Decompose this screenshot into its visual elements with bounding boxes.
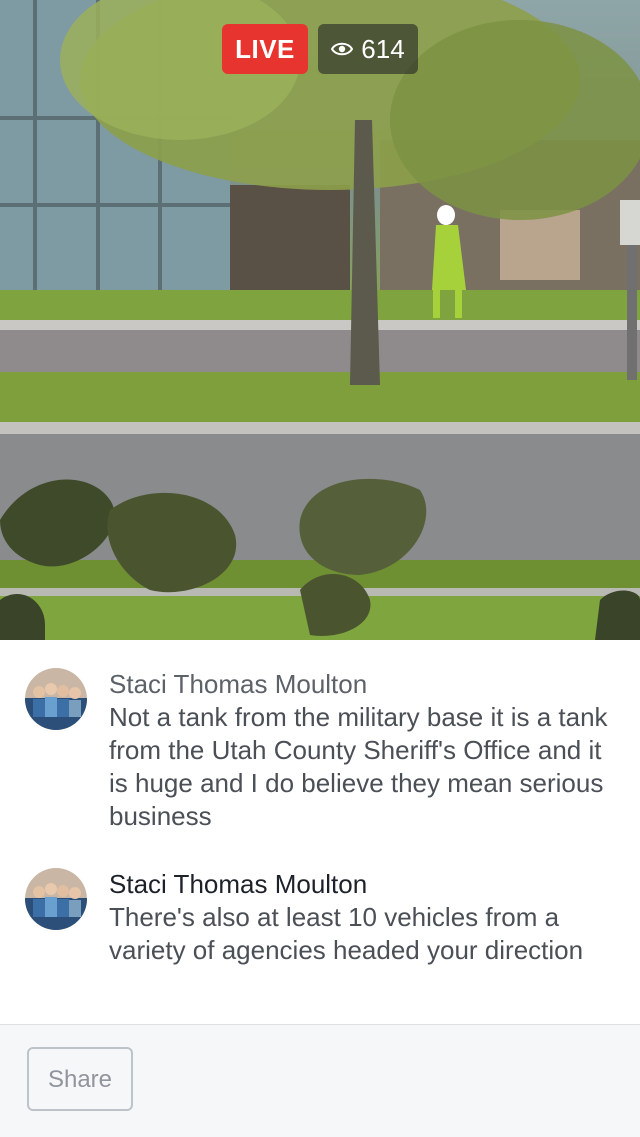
comment-body: Staci Thomas Moulton There's also at lea…	[109, 868, 619, 967]
share-button[interactable]: Share	[27, 1047, 133, 1111]
viewer-count: 614	[361, 33, 405, 64]
comments-list[interactable]: Staci Thomas Moulton Not a tank from the…	[0, 640, 640, 1024]
avatar[interactable]	[25, 868, 87, 930]
video-frame-street-scene	[0, 0, 640, 640]
comment-author[interactable]: Staci Thomas Moulton	[109, 668, 619, 701]
comment-text: There's also at least 10 vehicles from a…	[109, 902, 584, 965]
bottom-bar: Share	[0, 1024, 640, 1137]
comment-text: Not a tank from the military base it is …	[109, 702, 608, 831]
avatar[interactable]	[25, 668, 87, 730]
live-video-player[interactable]: LIVE 614	[0, 0, 640, 640]
eye-icon	[331, 42, 354, 56]
viewer-count-badge: 614	[318, 24, 418, 74]
comment-body: Staci Thomas Moulton Not a tank from the…	[109, 668, 619, 833]
comment-author[interactable]: Staci Thomas Moulton	[109, 868, 619, 901]
live-badge: LIVE	[222, 24, 308, 74]
